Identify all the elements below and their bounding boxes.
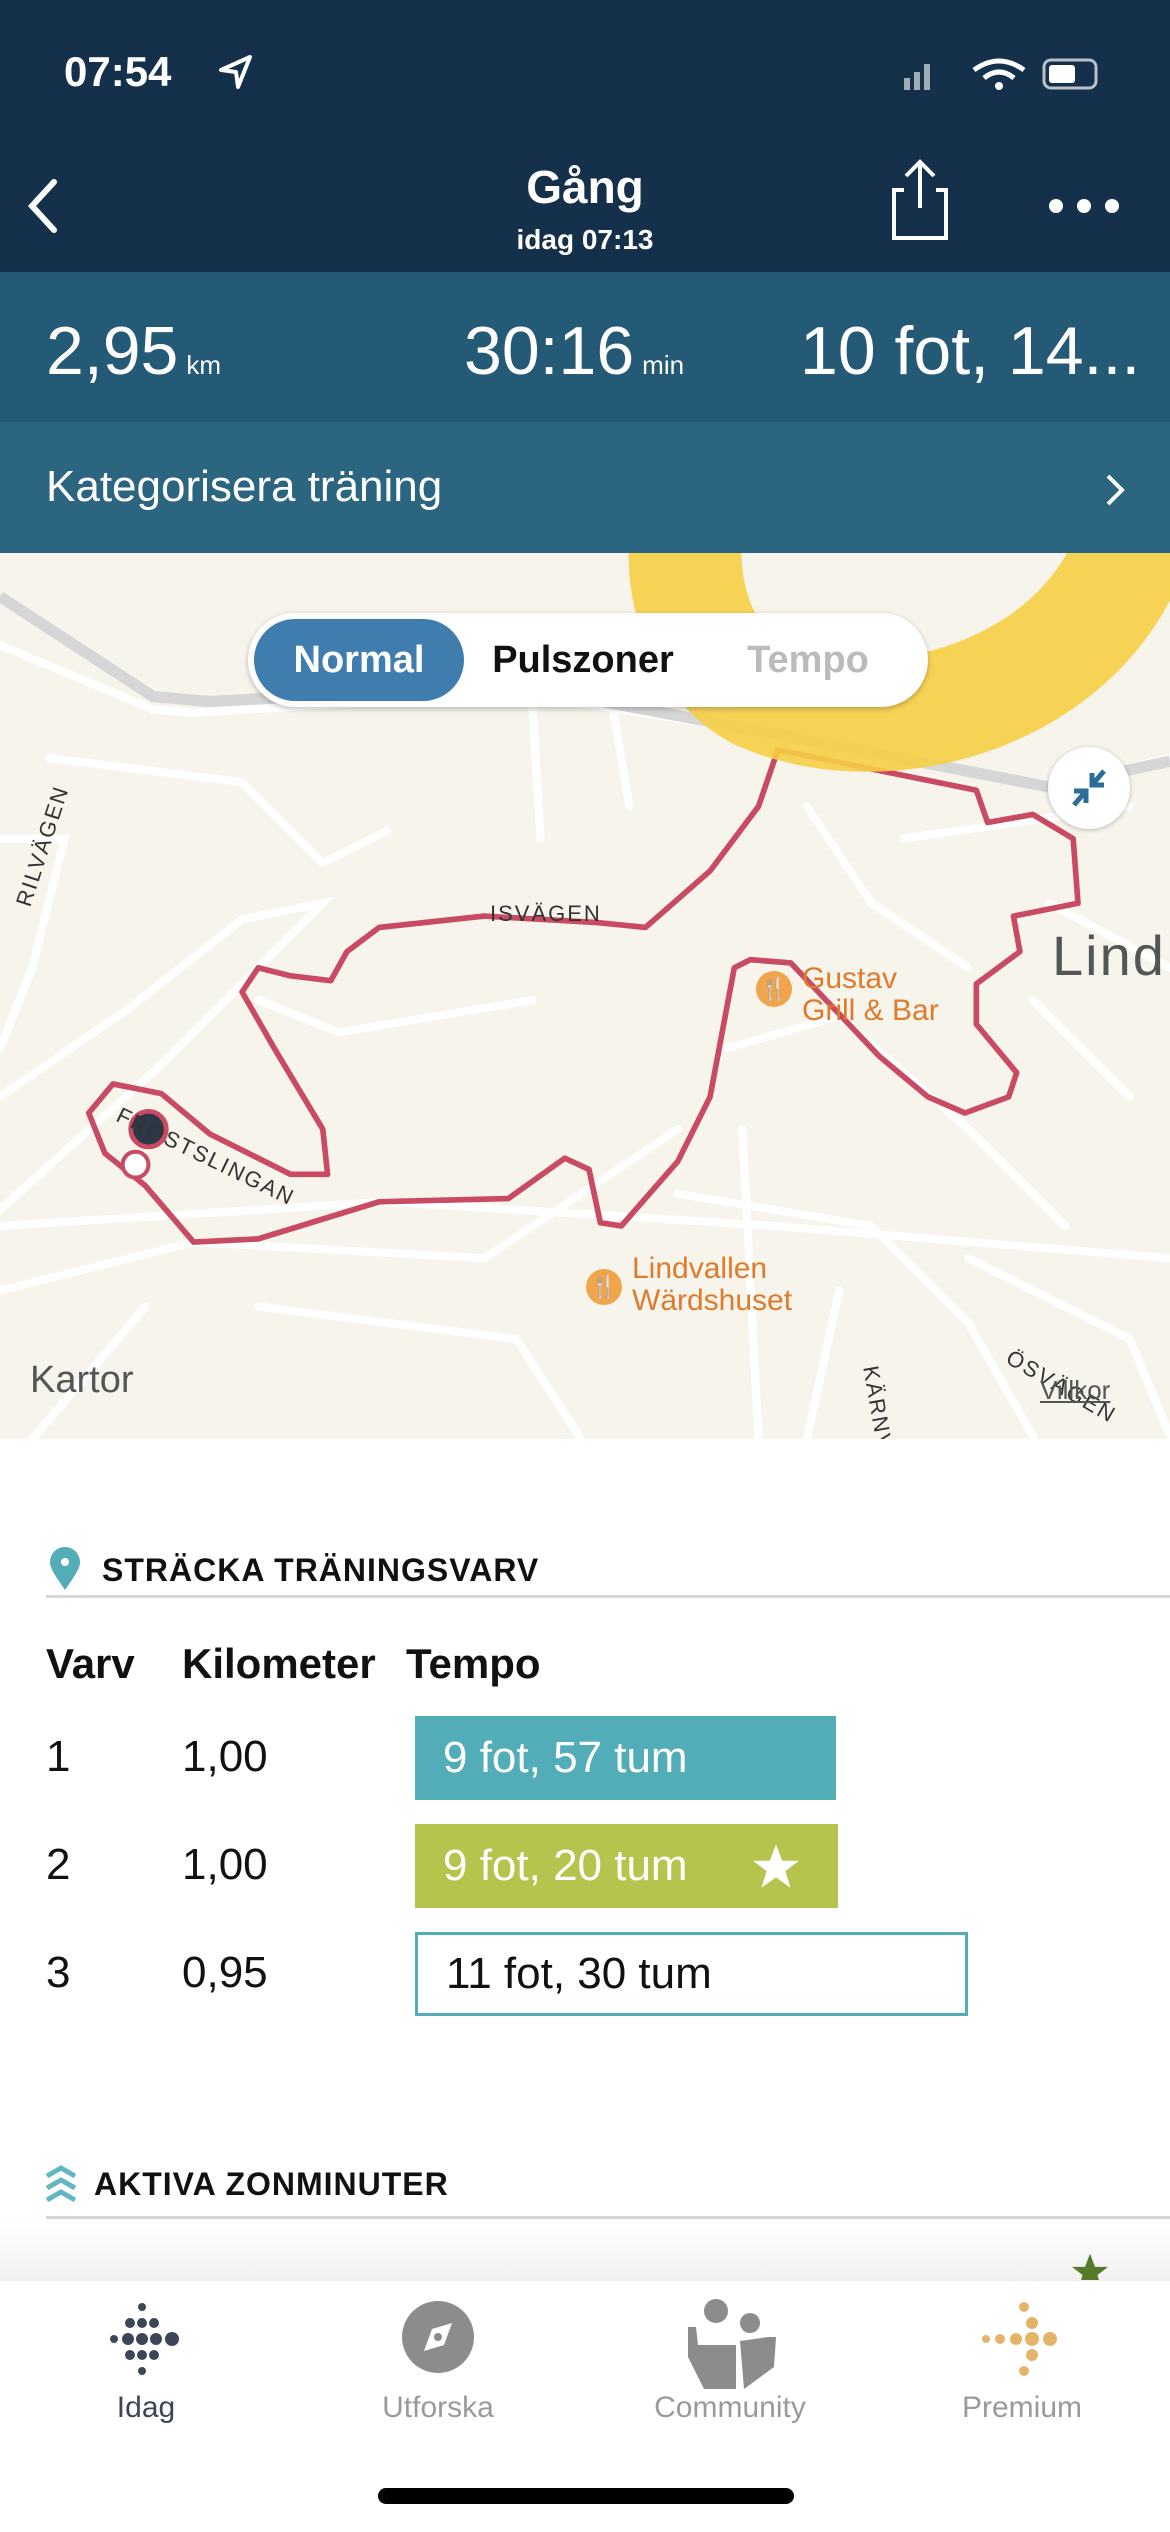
more-icon[interactable]	[1046, 196, 1122, 216]
header: 07:54 Gång idag 07:13	[0, 0, 1170, 272]
chevron-right-icon	[1106, 474, 1125, 506]
lap-number: 2	[46, 1840, 71, 1889]
restaurant-icon: 🍴	[586, 1269, 622, 1305]
segment-pulszoner[interactable]: Pulszoner	[473, 613, 693, 707]
duration-value: 30:16	[464, 313, 635, 389]
status-time: 07:54	[64, 48, 172, 95]
star-badge-icon	[1071, 2253, 1109, 2280]
home-indicator	[378, 2488, 794, 2504]
poi-line: Wärdshuset	[632, 1284, 793, 1317]
zone-card-edge	[0, 2219, 1170, 2280]
lap-km: 1,00	[182, 1840, 268, 1889]
distance-unit: km	[186, 350, 222, 380]
zone-section-title: AKTIVA ZONMINUTER	[94, 2166, 449, 2202]
compass-icon	[402, 2301, 474, 2373]
tab-label: Community	[654, 2391, 806, 2424]
tab-label: Utforska	[382, 2391, 494, 2424]
column-header-lap: Varv	[46, 1640, 135, 1687]
route-map[interactable]: Normal Pulszoner Tempo ISVÄGEN FROSTSLIN…	[0, 553, 1170, 1439]
categorize-label: Kategorisera träning	[46, 462, 443, 511]
lap-number: 1	[46, 1732, 71, 1781]
column-header-km: Kilometer	[182, 1640, 376, 1687]
distance-value: 2,95	[46, 313, 179, 389]
pace-stat: 10 fot, 14...	[800, 313, 1141, 389]
attribution-text: Kartor	[30, 1359, 134, 1401]
legal-link[interactable]: Villkor	[1040, 1375, 1110, 1406]
collapse-map-button[interactable]	[1048, 747, 1130, 829]
street-label: ISVÄGEN	[490, 901, 602, 926]
categorize-workout-row[interactable]: Kategorisera träning	[0, 422, 1170, 553]
fitbit-dots-icon	[110, 2303, 179, 2375]
tab-label: Idag	[116, 2391, 176, 2424]
maps-attribution: Kartor	[30, 1359, 133, 1402]
laps-section-title: STRÄCKA TRÄNINGSVARV	[102, 1552, 540, 1588]
lap-number: 3	[46, 1948, 71, 1997]
lap-pace: 9 fot, 57 tum	[415, 1716, 836, 1800]
restaurant-icon: 🍴	[756, 971, 792, 1007]
duration-unit: min	[642, 350, 685, 380]
poi-line: Grill & Bar	[802, 994, 939, 1027]
map-mode-segmented-control: Normal Pulszoner Tempo	[248, 613, 928, 707]
segment-normal[interactable]: Normal	[254, 619, 464, 701]
poi-gustav[interactable]: Gustav Grill & Bar	[802, 963, 939, 1027]
status-icons	[904, 58, 1098, 90]
poi-line: Gustav	[802, 962, 898, 995]
poi-line: Lindvallen	[632, 1252, 768, 1285]
star-icon	[753, 1844, 799, 1888]
poi-lindvallen[interactable]: Lindvallen Wärdshuset	[632, 1253, 792, 1317]
distance-stat: 2,95 km	[46, 312, 221, 390]
page-subtitle: idag 07:13	[516, 224, 654, 255]
share-icon[interactable]	[890, 156, 950, 242]
tab-label: Premium	[961, 2391, 1082, 2424]
lap-pace: 11 fot, 30 tum	[415, 1932, 968, 2016]
community-icon	[688, 2299, 776, 2389]
location-arrow-icon	[219, 55, 252, 89]
place-label: Lind	[1052, 924, 1166, 987]
zone-chevrons-icon	[45, 2165, 77, 2203]
duration-stat: 30:16 min	[464, 312, 684, 390]
location-pin-icon	[50, 1547, 80, 1590]
end-marker	[120, 1149, 151, 1180]
premium-dots-icon	[982, 2302, 1057, 2376]
divider	[46, 1595, 1170, 1598]
lap-km: 0,95	[182, 1948, 268, 1997]
stats-bar: 2,95 km 30:16 min 10 fot, 14...	[0, 272, 1170, 422]
lap-km: 1,00	[182, 1732, 268, 1781]
page-title: Gång	[526, 161, 644, 213]
column-header-pace: Tempo	[406, 1640, 541, 1687]
segment-tempo[interactable]: Tempo	[708, 613, 908, 707]
